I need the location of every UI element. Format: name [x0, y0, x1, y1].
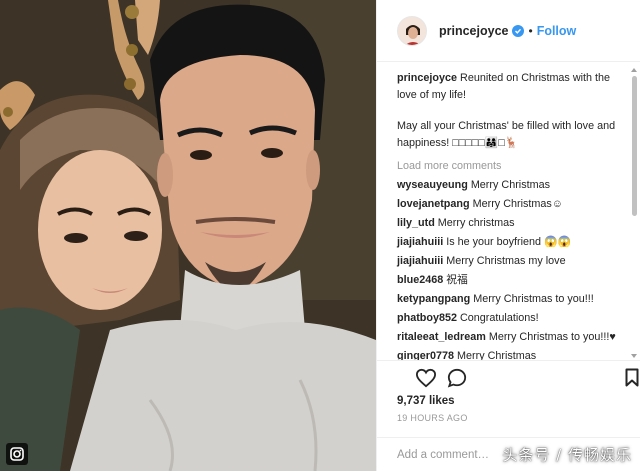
- post-photo[interactable]: [0, 0, 376, 471]
- comment-text: Merry Christmas to you!!!: [473, 293, 594, 305]
- instagram-icon: [6, 443, 28, 465]
- post-side-panel: princejoyce • Follow princejoyce Reunite…: [376, 0, 640, 471]
- post-header: princejoyce • Follow: [377, 0, 640, 62]
- comment-item: jiajiahuiii Merry Christmas my love: [397, 253, 625, 270]
- comment-item: ritaleeat_ledream Merry Christmas to you…: [397, 329, 625, 346]
- bookmark-icon[interactable]: [625, 368, 639, 392]
- comments-scrollbar[interactable]: [631, 68, 638, 358]
- follow-button[interactable]: Follow: [537, 24, 577, 38]
- comment-text: Merry christmas: [437, 217, 515, 229]
- verified-badge-icon: [512, 24, 525, 37]
- comment-icon[interactable]: [447, 368, 467, 393]
- comment-username[interactable]: ginger0778: [397, 350, 454, 360]
- comment-item: phatboy852 Congratulations!: [397, 310, 625, 327]
- post-timestamp: 19 HOURS AGO: [397, 413, 468, 423]
- comment-text: Congratulations!: [460, 312, 539, 324]
- header-separator: •: [528, 23, 533, 38]
- comment-item: jiajiahuiii Is he your boyfriend 😱😱: [397, 234, 625, 251]
- avatar[interactable]: [397, 15, 427, 46]
- comment-item: lovejanetpang Merry Christmas☺: [397, 196, 625, 213]
- heart-icon[interactable]: [415, 368, 437, 393]
- comment-item: blue2468 祝福: [397, 272, 625, 289]
- comment-username[interactable]: phatboy852: [397, 312, 457, 324]
- comment-username[interactable]: lovejanetpang: [397, 198, 470, 210]
- comments-list[interactable]: princejoyce Reunited on Christmas with t…: [377, 62, 633, 360]
- comment-username[interactable]: lily_utd: [397, 217, 435, 229]
- post-actions: 9,737 likes 19 HOURS AGO: [377, 360, 640, 446]
- comment-text: Merry Christmas my love: [446, 255, 566, 267]
- comment-text: Merry Christmas to you!!!♥: [488, 331, 616, 343]
- comment-item: wyseauyeung Merry Christmas: [397, 177, 625, 194]
- comment-item: ketypangpang Merry Christmas to you!!!: [397, 291, 625, 308]
- scroll-down-icon[interactable]: [631, 354, 637, 358]
- load-more-comments-link[interactable]: Load more comments: [397, 158, 625, 175]
- scroll-up-icon[interactable]: [631, 68, 637, 72]
- caption-username[interactable]: princejoyce: [397, 72, 457, 84]
- comment-username[interactable]: blue2468: [397, 274, 443, 286]
- scrollbar-thumb[interactable]: [632, 76, 637, 216]
- photo-illustration: [0, 0, 376, 471]
- comment-username[interactable]: wyseauyeung: [397, 179, 468, 191]
- comment-item: ginger0778 Merry Christmas: [397, 348, 625, 360]
- comment-text: Merry Christmas: [470, 179, 550, 191]
- header-username[interactable]: princejoyce: [439, 24, 508, 38]
- comment-text: Merry Christmas☺: [472, 198, 563, 210]
- post-caption: princejoyce Reunited on Christmas with t…: [397, 70, 625, 152]
- comment-username[interactable]: ketypangpang: [397, 293, 470, 305]
- comment-username[interactable]: jiajiahuiii: [397, 255, 443, 267]
- caption-text-2: May all your Christmas' be filled with l…: [397, 120, 616, 149]
- likes-count[interactable]: 9,737 likes: [397, 395, 621, 407]
- comment-username[interactable]: ritaleeat_ledream: [397, 331, 486, 343]
- comment-item: lily_utd Merry christmas: [397, 215, 625, 232]
- comment-text: Is he your boyfriend 😱😱: [446, 236, 571, 248]
- action-icons-row: [397, 361, 639, 395]
- comment-text: 祝福: [446, 274, 468, 286]
- comment-username[interactable]: jiajiahuiii: [397, 236, 443, 248]
- source-watermark: 头条号 / 传畅娱乐: [502, 446, 632, 464]
- comment-text: Merry Christmas: [457, 350, 537, 360]
